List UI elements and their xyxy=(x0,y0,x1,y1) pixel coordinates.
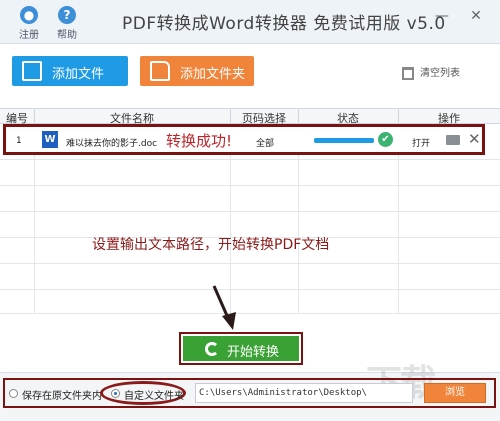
arrow-head xyxy=(222,312,236,330)
arrow-shaft xyxy=(212,285,230,319)
start-convert-label: 开始转换 xyxy=(227,345,280,360)
radio-custom-folder[interactable] xyxy=(111,389,120,398)
option-original-label: 保存在原文件夹内 xyxy=(22,391,102,402)
refresh-icon xyxy=(205,342,219,356)
start-convert-button[interactable]: 开始转换 xyxy=(183,336,299,361)
browse-button[interactable]: 浏览 xyxy=(424,383,486,403)
radio-original-folder[interactable] xyxy=(9,389,18,398)
option-custom-label: 自定义文件夹 xyxy=(124,391,184,402)
output-path-input[interactable]: C:\Users\Administrator\Desktop\ xyxy=(195,383,413,403)
start-button-highlight: 开始转换 xyxy=(179,332,303,365)
